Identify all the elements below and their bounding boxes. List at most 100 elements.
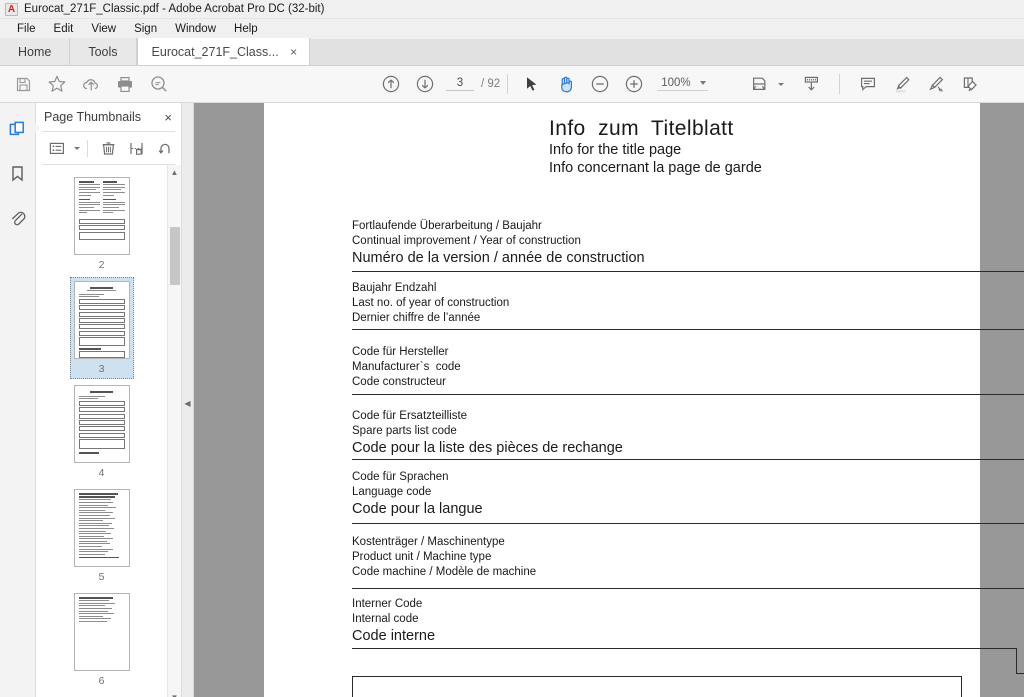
upload-to-cloud-button[interactable] xyxy=(74,67,108,101)
thumbnail-options-dropdown-icon[interactable] xyxy=(74,146,80,150)
menu-item-window[interactable]: Window xyxy=(166,19,225,39)
menu-item-help[interactable]: Help xyxy=(225,19,267,39)
thumbnail-item[interactable]: 4 xyxy=(70,381,134,483)
zoom-level-selector[interactable]: 100% xyxy=(657,77,709,91)
extract-pages-button[interactable] xyxy=(123,135,149,161)
menu-item-sign[interactable]: Sign xyxy=(125,19,166,39)
arrow-down-circle-icon xyxy=(416,75,434,93)
label-block: Interner Code Internal code Code interne xyxy=(352,597,435,645)
paperclip-icon xyxy=(11,211,26,225)
fill-and-sign-button[interactable] xyxy=(919,67,953,101)
thumbnail-item[interactable]: 5 xyxy=(70,485,134,587)
scrollbar-track[interactable] xyxy=(168,179,182,690)
zoom-in-button[interactable] xyxy=(617,67,651,101)
fit-width-dropdown-icon[interactable] xyxy=(778,82,785,86)
thumbnail-options-button[interactable] xyxy=(44,135,70,161)
chevron-left-icon: ◀ xyxy=(184,399,191,408)
arrow-up-circle-icon xyxy=(382,75,400,93)
scroll-mode-icon xyxy=(804,76,818,91)
label-block: Code für Hersteller Manufacturer`s code … xyxy=(352,345,461,390)
sidebar-item-attachments[interactable] xyxy=(3,203,33,231)
label-de: Fortlaufende Überarbeitung / Baujahr xyxy=(352,220,542,232)
label-en: Manufacturer`s code xyxy=(352,361,461,373)
save-icon xyxy=(16,77,30,91)
pdf-page-content: Info zum Titelblatt Info for the title p… xyxy=(264,103,1024,697)
label-block: Code für Ersatzteilliste Spare parts lis… xyxy=(352,409,623,457)
label-de: Code für Sprachen xyxy=(352,471,449,483)
hand-icon xyxy=(561,76,573,93)
tab-tools[interactable]: Tools xyxy=(70,38,137,65)
leader-line-vertical xyxy=(1016,648,1017,673)
highlighter-icon xyxy=(896,76,910,93)
request-signature-button[interactable] xyxy=(953,67,987,101)
highlight-text-button[interactable] xyxy=(885,67,919,101)
menu-item-edit[interactable]: Edit xyxy=(45,19,83,39)
tab-document-label: Eurocat_271F_Class... xyxy=(151,44,279,59)
leader-line-horizontal xyxy=(352,523,1024,524)
star-icon xyxy=(48,75,66,92)
scroll-down-icon[interactable]: ▼ xyxy=(168,690,182,697)
scroll-mode-button[interactable] xyxy=(794,67,828,101)
fit-width-icon xyxy=(752,77,766,91)
menu-bar: File Edit View Sign Window Help xyxy=(0,19,1024,39)
window-title: Eurocat_271F_Classic.pdf - Adobe Acrobat… xyxy=(24,3,325,15)
menu-item-view[interactable]: View xyxy=(82,19,125,39)
add-to-favorites-button[interactable] xyxy=(40,67,74,101)
trash-icon xyxy=(102,141,114,155)
rotate-pages-button[interactable] xyxy=(151,135,177,161)
sidebar-collapse-handle[interactable]: ◀ xyxy=(182,103,194,697)
tab-document[interactable]: Eurocat_271F_Class... × xyxy=(136,38,310,65)
page-thumbnails-toolbar xyxy=(36,132,181,164)
thumbnail-preview xyxy=(73,385,130,463)
sidebar-item-page-thumbnails[interactable] xyxy=(3,115,40,143)
plus-circle-icon xyxy=(625,75,643,93)
request-signature-icon xyxy=(963,77,977,92)
delete-pages-button[interactable] xyxy=(95,135,121,161)
add-comment-button[interactable] xyxy=(851,67,885,101)
search-icon xyxy=(151,76,167,92)
heading-line-en: Info for the title page xyxy=(549,142,682,158)
pdf-page: Info zum Titelblatt Info for the title p… xyxy=(264,103,1024,697)
close-tab-icon[interactable]: × xyxy=(287,45,301,59)
label-fr: Code constructeur xyxy=(352,376,446,388)
thumbnail-preview xyxy=(73,489,130,567)
bookmark-icon xyxy=(12,165,23,181)
scrollbar-thumb[interactable] xyxy=(169,227,180,285)
thumbnail-item[interactable]: 3 xyxy=(69,277,134,379)
list-options-icon xyxy=(49,142,64,154)
thumbnail-page-number: 2 xyxy=(98,259,105,271)
print-file-button[interactable] xyxy=(108,67,142,101)
thumbnail-preview xyxy=(73,281,130,359)
thumbnail-scrollbar[interactable]: ▲ ▼ xyxy=(167,165,181,697)
fill-and-sign-icon xyxy=(928,76,943,92)
zoom-out-button[interactable] xyxy=(583,67,617,101)
pan-tool-button[interactable] xyxy=(549,67,583,101)
label-fr: Code pour la langue xyxy=(352,501,483,517)
label-de: Interner Code xyxy=(352,598,423,610)
select-tool-button[interactable] xyxy=(515,67,549,101)
sidebar-item-bookmarks[interactable] xyxy=(3,159,33,187)
page-total-label: / 92 xyxy=(481,78,501,90)
find-text-button[interactable] xyxy=(142,67,176,101)
label-block: Fortlaufende Überarbeitung / Baujahr Con… xyxy=(352,219,645,267)
fit-width-button[interactable] xyxy=(742,67,776,101)
next-page-button[interactable] xyxy=(408,67,442,101)
previous-page-button[interactable] xyxy=(374,67,408,101)
label-en: Internal code xyxy=(352,613,419,625)
leader-line-horizontal xyxy=(352,271,1024,272)
tab-home[interactable]: Home xyxy=(0,38,71,65)
page-number-input[interactable] xyxy=(446,77,474,91)
close-panel-icon[interactable]: × xyxy=(161,110,175,125)
zoom-level-value: 100% xyxy=(661,77,691,89)
cursor-arrow-icon xyxy=(527,77,537,91)
page-thumbnails-icon xyxy=(9,121,24,135)
save-file-button[interactable] xyxy=(6,67,40,101)
menu-item-file[interactable]: File xyxy=(8,19,45,39)
scroll-up-icon[interactable]: ▲ xyxy=(168,165,182,179)
document-viewport[interactable]: Info zum Titelblatt Info for the title p… xyxy=(194,103,1024,697)
thumbnail-item[interactable]: 2 xyxy=(70,173,134,275)
page-thumbnails-title: Page Thumbnails xyxy=(44,110,142,124)
thumbnail-item[interactable]: 6 xyxy=(70,589,134,691)
label-block: Kostenträger / Maschinentype Product uni… xyxy=(352,535,536,580)
leader-line-horizontal xyxy=(352,648,1016,649)
